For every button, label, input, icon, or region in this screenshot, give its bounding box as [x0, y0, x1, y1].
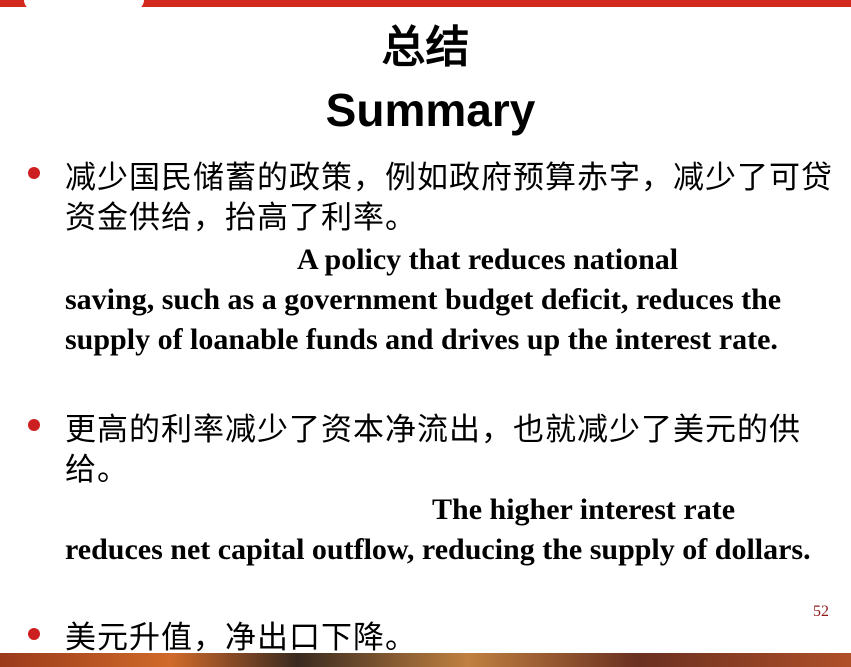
bullet-3-chinese: 美元升值，净出口下降。 [65, 620, 417, 656]
bullet-2-english-first-line: The higher interest rate [432, 493, 736, 526]
slide-title-chinese: 总结 [381, 22, 470, 73]
bullet-3-icon [28, 628, 40, 640]
bullet-2-chinese: 更高的利率减少了资本净流出，也就减少了美元的供给。 [65, 412, 801, 488]
bottom-decoration-strip [0, 653, 851, 667]
bullet-2-english: The higher interest rate reduces net cap… [65, 490, 825, 570]
slide-title-english: Summary [325, 84, 536, 136]
bullet-1-english-first-line: A policy that reduces national [297, 243, 679, 276]
bullet-2-english-rest: reduces net capital outflow, reducing th… [65, 533, 811, 566]
bullet-2-icon [28, 419, 40, 431]
top-decoration [24, 0, 144, 10]
bullet-1-icon [28, 167, 40, 179]
bullet-1-english: A policy that reduces national saving, s… [65, 240, 825, 360]
bullet-1-english-rest: saving, such as a government budget defi… [65, 283, 782, 356]
page-number: 52 [813, 603, 829, 620]
bullet-1-chinese: 减少国民储蓄的政策，例如政府预算赤字，减少了可贷资金供给，抬高了利率。 [65, 160, 833, 236]
